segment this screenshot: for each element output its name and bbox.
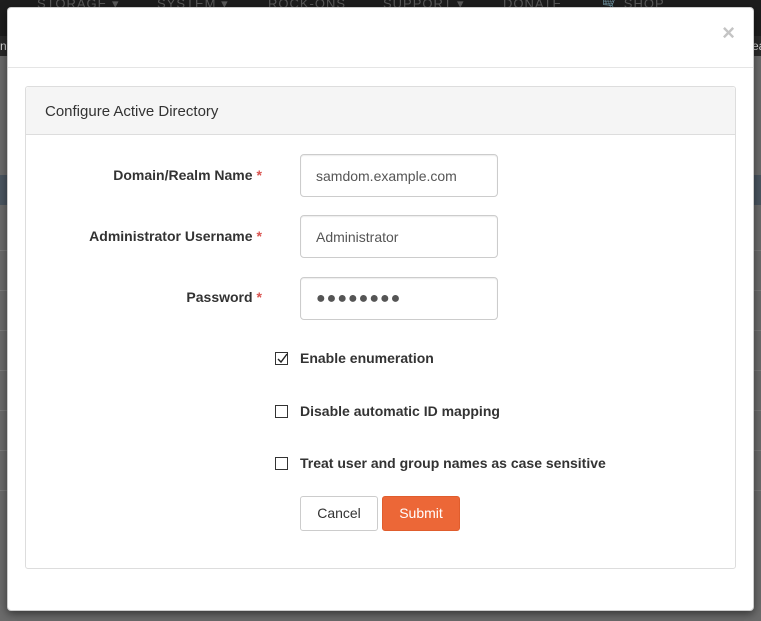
case-sensitive-label: Treat user and group names as case sensi… bbox=[300, 455, 606, 471]
password-input[interactable] bbox=[300, 277, 498, 320]
username-label-wrap: Administrator Username * bbox=[26, 228, 262, 248]
close-icon[interactable]: × bbox=[722, 22, 735, 44]
case-sensitive-checkbox[interactable] bbox=[275, 457, 288, 470]
configure-ad-panel: Configure Active Directory Domain/Realm … bbox=[25, 86, 736, 569]
domain-label: Domain/Realm Name * bbox=[113, 167, 262, 183]
disable-id-mapping-label: Disable automatic ID mapping bbox=[300, 403, 500, 419]
configure-ad-modal: × Configure Active Directory Domain/Real… bbox=[7, 7, 754, 611]
modal-header: × bbox=[8, 8, 753, 68]
password-label-text: Password bbox=[186, 289, 253, 305]
required-mark: * bbox=[256, 289, 262, 305]
enable-enumeration-label: Enable enumeration bbox=[300, 350, 434, 366]
background-edge-text-left: n bbox=[0, 39, 7, 53]
domain-input[interactable] bbox=[300, 154, 498, 197]
disable-id-mapping-checkbox[interactable] bbox=[275, 405, 288, 418]
enable-enumeration-checkbox[interactable] bbox=[275, 352, 288, 365]
username-label-text: Administrator Username bbox=[89, 228, 253, 244]
cancel-button[interactable]: Cancel bbox=[300, 496, 378, 531]
required-mark: * bbox=[256, 228, 262, 244]
required-mark: * bbox=[256, 167, 262, 183]
panel-title: Configure Active Directory bbox=[45, 103, 219, 120]
domain-label-text: Domain/Realm Name bbox=[113, 167, 253, 183]
checkmark-icon bbox=[277, 353, 288, 364]
password-label-wrap: Password * bbox=[26, 289, 262, 309]
username-input[interactable] bbox=[300, 215, 498, 258]
submit-button[interactable]: Submit bbox=[382, 496, 460, 531]
username-label: Administrator Username * bbox=[89, 228, 262, 244]
panel-heading: Configure Active Directory bbox=[26, 87, 735, 135]
domain-label-wrap: Domain/Realm Name * bbox=[26, 167, 262, 187]
password-label: Password * bbox=[186, 289, 262, 305]
